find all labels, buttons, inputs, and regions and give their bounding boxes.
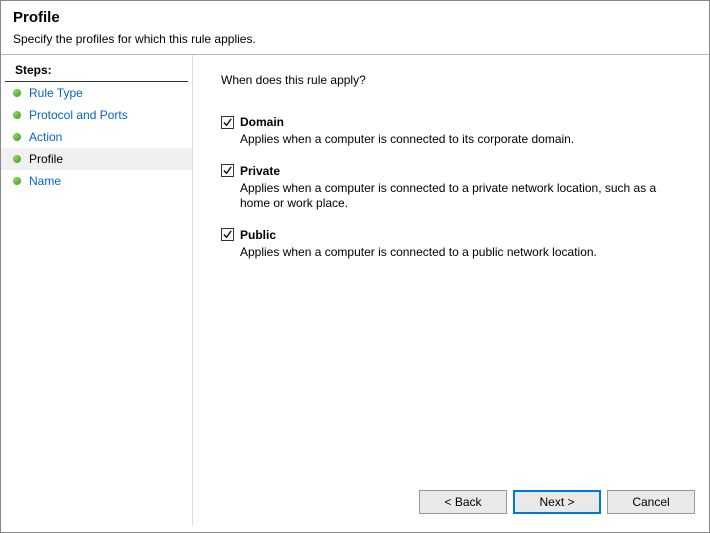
option-public: Public Applies when a computer is connec… xyxy=(221,228,689,261)
check-icon xyxy=(222,117,233,128)
page-subtitle: Specify the profiles for which this rule… xyxy=(13,32,697,46)
step-action[interactable]: Action xyxy=(1,126,192,148)
step-rule-type[interactable]: Rule Type xyxy=(1,82,192,104)
next-button[interactable]: Next > xyxy=(513,490,601,514)
checkbox-domain[interactable] xyxy=(221,116,234,129)
main-panel: When does this rule apply? Domain Applie… xyxy=(193,55,709,526)
step-label: Protocol and Ports xyxy=(29,108,128,122)
option-desc: Applies when a computer is connected to … xyxy=(240,181,670,212)
step-protocol-and-ports[interactable]: Protocol and Ports xyxy=(1,104,192,126)
checkbox-public[interactable] xyxy=(221,228,234,241)
steps-title: Steps: xyxy=(5,59,188,82)
back-button[interactable]: < Back xyxy=(419,490,507,514)
bullet-icon xyxy=(13,89,21,97)
option-desc: Applies when a computer is connected to … xyxy=(240,132,670,148)
bullet-icon xyxy=(13,177,21,185)
step-label: Profile xyxy=(29,152,63,166)
button-row: < Back Next > Cancel xyxy=(419,490,695,514)
option-private: Private Applies when a computer is conne… xyxy=(221,164,689,212)
page-title: Profile xyxy=(13,9,697,26)
step-label: Rule Type xyxy=(29,86,83,100)
step-label: Name xyxy=(29,174,61,188)
bullet-icon xyxy=(13,155,21,163)
option-domain: Domain Applies when a computer is connec… xyxy=(221,115,689,148)
option-desc: Applies when a computer is connected to … xyxy=(240,245,670,261)
checkbox-private[interactable] xyxy=(221,164,234,177)
option-label: Domain xyxy=(240,115,284,129)
steps-sidebar: Steps: Rule Type Protocol and Ports Acti… xyxy=(1,55,193,526)
wizard-header: Profile Specify the profiles for which t… xyxy=(1,1,709,55)
option-label: Private xyxy=(240,164,280,178)
step-label: Action xyxy=(29,130,62,144)
check-icon xyxy=(222,229,233,240)
main-question: When does this rule apply? xyxy=(221,73,689,87)
step-profile[interactable]: Profile xyxy=(1,148,192,170)
cancel-button[interactable]: Cancel xyxy=(607,490,695,514)
bullet-icon xyxy=(13,133,21,141)
bullet-icon xyxy=(13,111,21,119)
wizard-body: Steps: Rule Type Protocol and Ports Acti… xyxy=(1,55,709,526)
step-name[interactable]: Name xyxy=(1,170,192,192)
check-icon xyxy=(222,165,233,176)
option-label: Public xyxy=(240,228,276,242)
